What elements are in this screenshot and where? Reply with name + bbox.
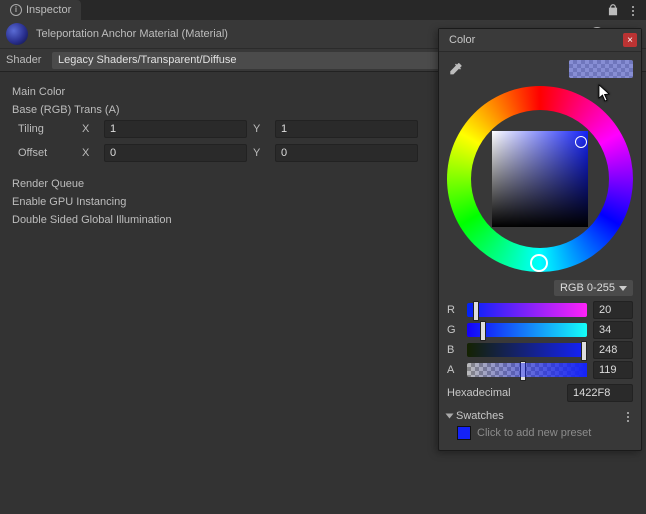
tabbar-controls xyxy=(606,3,646,17)
color-picker-titlebar[interactable]: Color × xyxy=(439,29,641,52)
hex-input[interactable]: 1422F8 xyxy=(567,384,633,402)
eyedropper-icon[interactable] xyxy=(447,61,463,77)
r-row: R 20 xyxy=(439,300,641,320)
hex-label: Hexadecimal xyxy=(447,387,561,399)
color-mode-dropdown[interactable]: RGB 0-255 xyxy=(554,280,633,296)
color-picker-title: Color xyxy=(449,34,623,46)
color-picker-window: Color × RGB 0-255 R 20 G 34 B 248 A 119 xyxy=(438,28,642,451)
inspector-tab-bar: i Inspector xyxy=(0,0,646,20)
color-preview-swatch[interactable] xyxy=(569,60,633,78)
r-slider[interactable] xyxy=(467,303,587,317)
b-slider[interactable] xyxy=(467,343,587,357)
a-label: A xyxy=(447,364,461,376)
offset-y-input[interactable]: 0 xyxy=(275,144,418,162)
a-slider[interactable] xyxy=(467,363,587,377)
tiling-label: Tiling xyxy=(18,123,76,135)
swatches-label: Swatches xyxy=(456,410,504,422)
g-slider[interactable] xyxy=(467,323,587,337)
tab-menu-icon[interactable] xyxy=(628,4,638,16)
hue-marker[interactable] xyxy=(530,254,548,272)
inspector-tab[interactable]: i Inspector xyxy=(0,0,81,21)
b-thumb[interactable] xyxy=(581,341,587,361)
swatches-header[interactable]: Swatches xyxy=(439,406,641,426)
g-label: G xyxy=(447,324,461,336)
r-value-input[interactable]: 20 xyxy=(593,301,633,319)
tiling-y-label: Y xyxy=(253,123,269,135)
offset-y-label: Y xyxy=(253,147,269,159)
shader-value: Legacy Shaders/Transparent/Diffuse xyxy=(58,54,237,66)
g-thumb[interactable] xyxy=(480,321,486,341)
a-row: A 119 xyxy=(439,360,641,380)
tiling-x-input[interactable]: 1 xyxy=(104,120,247,138)
color-wheel[interactable] xyxy=(447,86,633,272)
swatches-menu-icon[interactable] xyxy=(623,410,633,422)
offset-x-label: X xyxy=(82,147,98,159)
lock-icon[interactable] xyxy=(606,3,620,17)
shader-label: Shader xyxy=(6,54,52,66)
g-row: G 34 xyxy=(439,320,641,340)
g-value-input[interactable]: 34 xyxy=(593,321,633,339)
offset-x-input[interactable]: 0 xyxy=(104,144,247,162)
preset-hint: Click to add new preset xyxy=(477,427,591,439)
r-label: R xyxy=(447,304,461,316)
b-row: B 248 xyxy=(439,340,641,360)
foldout-triangle-icon xyxy=(446,414,454,419)
tiling-y-input[interactable]: 1 xyxy=(275,120,418,138)
material-preview-sphere[interactable] xyxy=(6,23,28,45)
preset-row[interactable]: Click to add new preset xyxy=(439,426,641,450)
a-thumb[interactable] xyxy=(520,361,526,381)
color-mode-value: RGB 0-255 xyxy=(560,282,615,294)
sv-square[interactable] xyxy=(492,131,588,227)
info-icon: i xyxy=(10,4,22,16)
hex-row: Hexadecimal 1422F8 xyxy=(439,380,641,406)
preset-swatch[interactable] xyxy=(457,426,471,440)
offset-label: Offset xyxy=(18,147,76,159)
tiling-grid: Tiling X 1 Y 1 Offset X 0 Y 0 xyxy=(18,120,418,162)
tiling-x-label: X xyxy=(82,123,98,135)
a-value-input[interactable]: 119 xyxy=(593,361,633,379)
close-icon[interactable]: × xyxy=(623,33,637,47)
r-thumb[interactable] xyxy=(473,301,479,321)
sv-marker[interactable] xyxy=(575,136,587,148)
b-label: B xyxy=(447,344,461,356)
inspector-tab-label: Inspector xyxy=(26,4,71,16)
b-value-input[interactable]: 248 xyxy=(593,341,633,359)
